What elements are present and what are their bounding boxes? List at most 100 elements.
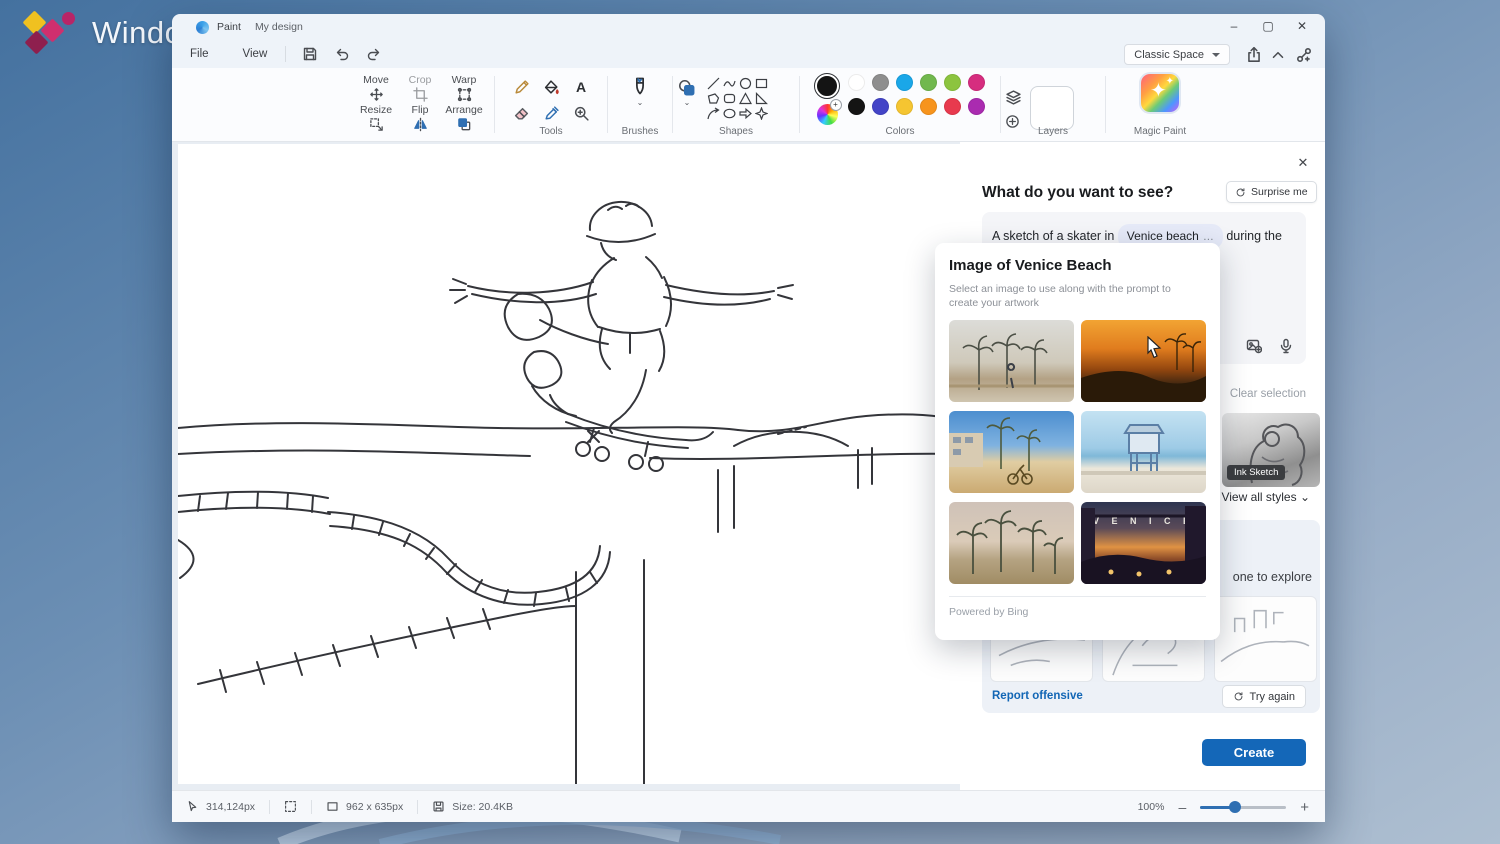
shape-curved-arrow-icon[interactable] bbox=[707, 107, 720, 120]
save-icon[interactable] bbox=[302, 46, 318, 62]
style-ink-sketch[interactable]: Ink Sketch bbox=[1222, 413, 1320, 487]
crop-button[interactable]: Crop bbox=[398, 74, 442, 104]
canvas-size: 962 x 635px bbox=[346, 801, 403, 813]
menu-file[interactable]: File bbox=[180, 45, 219, 63]
color-wheel-icon[interactable] bbox=[817, 104, 838, 125]
move-button[interactable]: Move bbox=[354, 74, 398, 104]
palette-swatch[interactable] bbox=[920, 74, 937, 91]
pencil-icon[interactable] bbox=[513, 79, 530, 96]
shape-gallery bbox=[705, 76, 769, 121]
colors-label: Colors bbox=[804, 126, 996, 137]
title-bar[interactable]: Paint My design – ▢ ✕ bbox=[172, 14, 1325, 40]
brushes-section[interactable]: ⌄ Brushes bbox=[612, 68, 668, 141]
venice-photo-1[interactable] bbox=[949, 320, 1074, 402]
shape-right-triangle-icon[interactable] bbox=[755, 92, 768, 105]
selection-size-icon bbox=[284, 800, 297, 813]
shape-ellipse-icon[interactable] bbox=[739, 77, 752, 90]
menu-divider bbox=[285, 46, 286, 62]
color-picker-icon[interactable] bbox=[543, 105, 560, 122]
redo-icon[interactable] bbox=[366, 46, 382, 62]
share-icon[interactable] bbox=[1245, 46, 1263, 64]
venice-beach-popup: Image of Venice Beach Select an image to… bbox=[935, 243, 1220, 640]
shape-line-icon[interactable] bbox=[707, 77, 720, 90]
undo-icon[interactable] bbox=[334, 46, 350, 62]
cursor-position: 314,124px bbox=[206, 801, 255, 813]
layers-section: Layers bbox=[1005, 68, 1101, 141]
magic-paint-section[interactable]: ✦ ✦ Magic Paint bbox=[1110, 68, 1210, 141]
drawing-canvas[interactable] bbox=[178, 144, 960, 784]
warp-icon bbox=[457, 87, 472, 102]
magnifier-icon[interactable] bbox=[573, 105, 590, 122]
text-tool-icon[interactable]: A bbox=[573, 79, 590, 96]
shape-rounded-rect-icon[interactable] bbox=[723, 92, 736, 105]
palette-swatch[interactable] bbox=[848, 98, 865, 115]
zoom-slider-thumb[interactable] bbox=[1229, 801, 1241, 813]
layers-icon[interactable] bbox=[1005, 89, 1022, 106]
create-button[interactable]: Create bbox=[1202, 739, 1306, 766]
shape-block-arrow-icon[interactable] bbox=[739, 107, 752, 120]
arrange-button[interactable]: Arrange bbox=[442, 104, 486, 134]
shapes-combo-icon[interactable] bbox=[677, 78, 697, 98]
shape-rectangle-icon[interactable] bbox=[755, 77, 768, 90]
clear-selection-link[interactable]: Clear selection bbox=[1230, 388, 1306, 400]
try-again-button[interactable]: Try again bbox=[1222, 685, 1306, 708]
palette-swatch[interactable] bbox=[968, 98, 985, 115]
maximize-button[interactable]: ▢ bbox=[1251, 14, 1285, 38]
chip-more-icon: … bbox=[1203, 231, 1214, 243]
flip-button[interactable]: Flip bbox=[398, 104, 442, 134]
popup-subtitle: Select an image to use along with the pr… bbox=[949, 282, 1179, 310]
flip-icon bbox=[413, 117, 428, 132]
close-button[interactable]: ✕ bbox=[1285, 14, 1319, 38]
transform-section: Move Crop Warp Resize Flip Arrange bbox=[350, 68, 490, 141]
palette-swatch[interactable] bbox=[848, 74, 865, 91]
report-offensive-link[interactable]: Report offensive bbox=[992, 690, 1083, 702]
venice-photo-4[interactable] bbox=[1081, 411, 1206, 493]
layer-thumbnail[interactable] bbox=[1030, 86, 1074, 130]
venice-photo-3[interactable] bbox=[949, 411, 1074, 493]
refresh-icon bbox=[1235, 187, 1246, 198]
palette-swatch[interactable] bbox=[896, 74, 913, 91]
venice-photo-2[interactable] bbox=[1081, 320, 1206, 402]
paint-app-icon bbox=[196, 21, 209, 34]
theme-dropdown[interactable]: Classic Space bbox=[1124, 44, 1230, 65]
panel-close-icon[interactable]: ✕ bbox=[1294, 154, 1312, 172]
eraser-icon[interactable] bbox=[513, 105, 530, 122]
theme-dropdown-value: Classic Space bbox=[1134, 49, 1204, 61]
minimize-button[interactable]: – bbox=[1217, 14, 1251, 38]
zoom-in-button[interactable]: + bbox=[1300, 799, 1309, 816]
view-all-styles-link[interactable]: View all styles ⌄ bbox=[1221, 490, 1310, 504]
resize-button[interactable]: Resize bbox=[354, 104, 398, 134]
surprise-me-button[interactable]: Surprise me bbox=[1226, 181, 1317, 203]
zoom-out-button[interactable]: – bbox=[1178, 799, 1186, 815]
palette-swatch[interactable] bbox=[944, 98, 961, 115]
fill-bucket-icon[interactable] bbox=[543, 79, 560, 96]
selected-color-swatch[interactable] bbox=[815, 74, 839, 98]
zoom-slider[interactable] bbox=[1200, 806, 1286, 809]
add-image-icon[interactable] bbox=[1246, 338, 1262, 354]
palette-swatch[interactable] bbox=[920, 98, 937, 115]
venice-photo-6[interactable]: V E N I C E bbox=[1081, 502, 1206, 584]
shape-oval-icon[interactable] bbox=[723, 107, 736, 120]
palette-swatch[interactable] bbox=[968, 74, 985, 91]
menu-view[interactable]: View bbox=[233, 45, 278, 63]
palette-swatch[interactable] bbox=[944, 74, 961, 91]
shape-curve-icon[interactable] bbox=[723, 77, 736, 90]
palette-swatch[interactable] bbox=[896, 98, 913, 115]
shape-triangle-icon[interactable] bbox=[739, 92, 752, 105]
warp-button[interactable]: Warp bbox=[442, 74, 486, 104]
shape-star-icon[interactable] bbox=[755, 107, 768, 120]
palette-swatch[interactable] bbox=[872, 74, 889, 91]
palette-swatch[interactable] bbox=[872, 98, 889, 115]
magic-paint-icon: ✦ ✦ bbox=[1141, 74, 1179, 112]
popup-title: Image of Venice Beach bbox=[949, 257, 1206, 274]
collapse-ribbon-icon[interactable] bbox=[1269, 46, 1287, 64]
status-bar: 314,124px 962 x 635px Size: 20.4KB 100% … bbox=[172, 790, 1325, 822]
connections-icon[interactable] bbox=[1295, 46, 1313, 64]
canvas-size-icon bbox=[326, 800, 339, 813]
result-thumbnail-3[interactable] bbox=[1214, 596, 1317, 682]
venice-photo-5[interactable] bbox=[949, 502, 1074, 584]
microphone-icon[interactable] bbox=[1278, 338, 1294, 354]
shape-polygon-icon[interactable] bbox=[707, 92, 720, 105]
style-name-badge: Ink Sketch bbox=[1227, 465, 1285, 480]
layers-label: Layers bbox=[1005, 126, 1101, 137]
